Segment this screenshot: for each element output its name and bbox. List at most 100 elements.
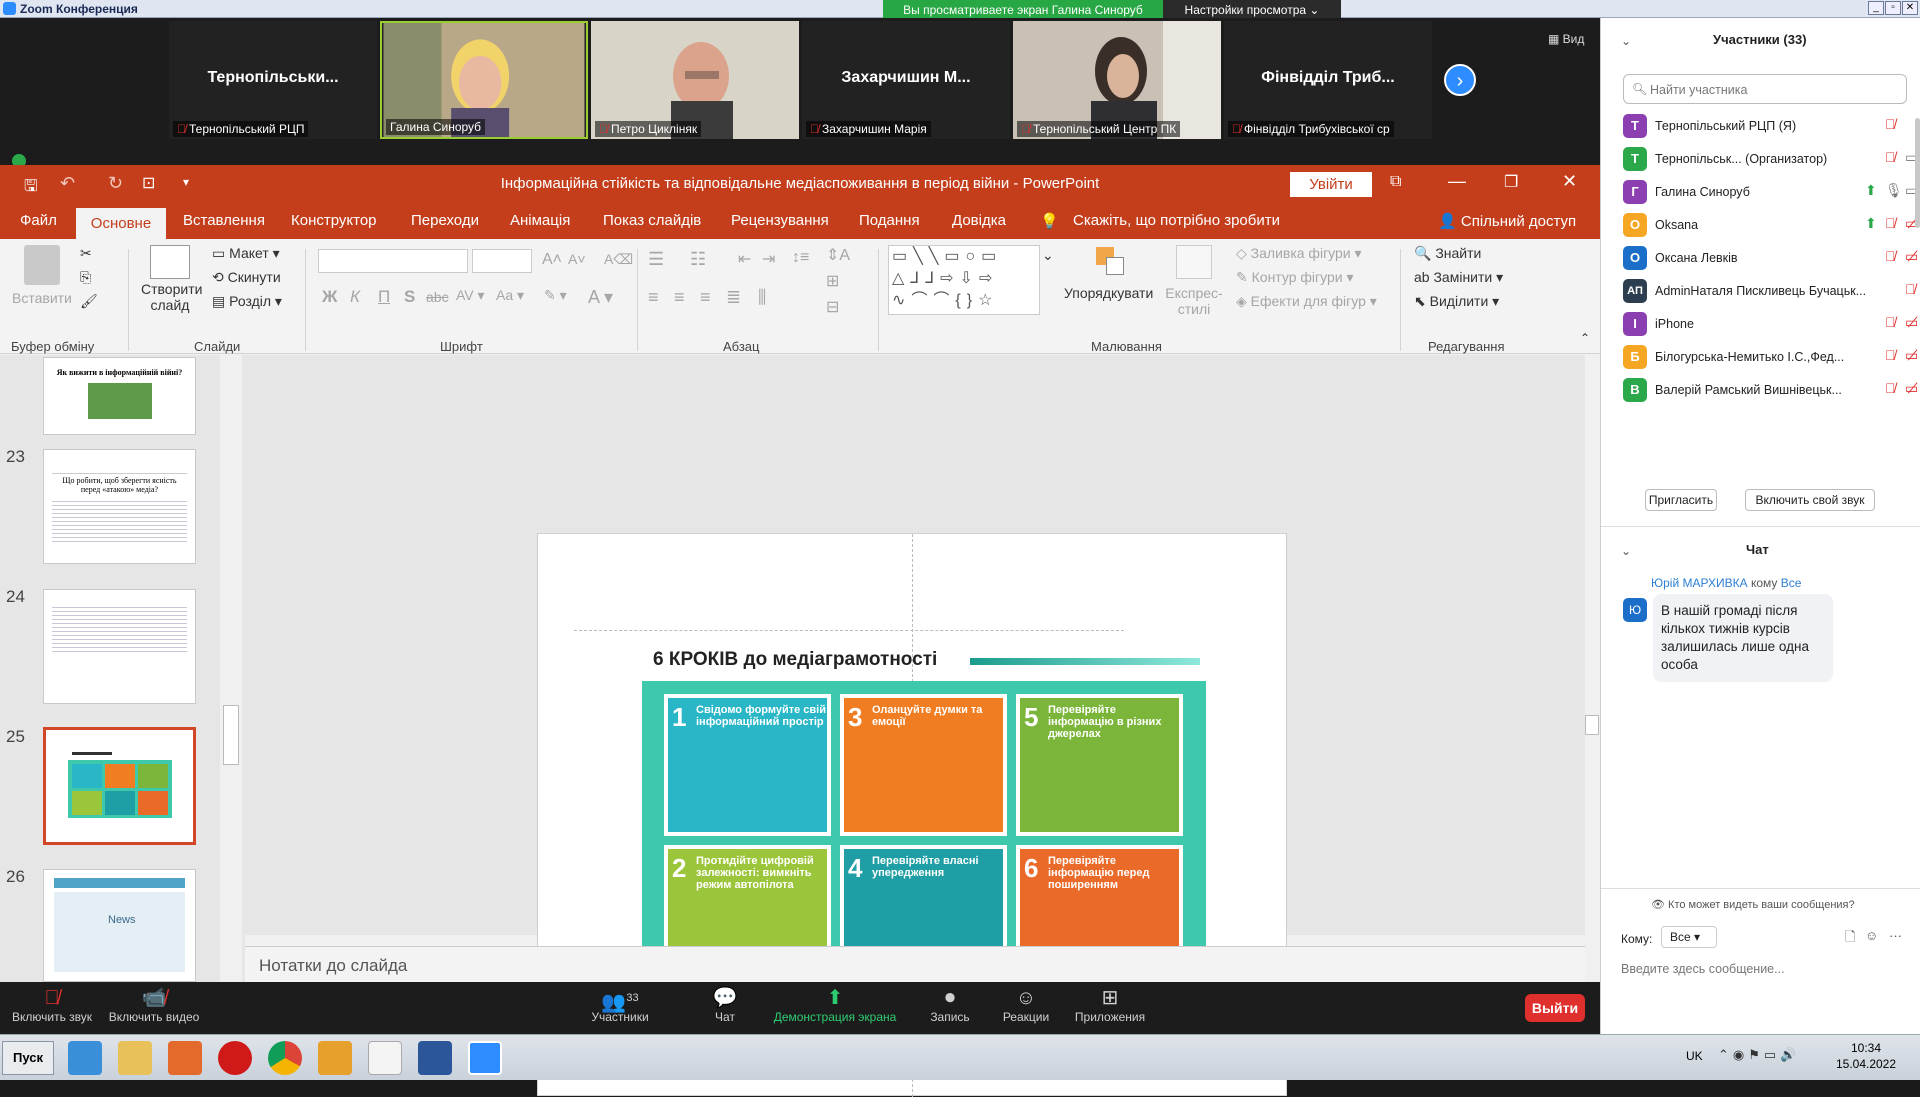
video-tile[interactable]: 🎙̸ Тернопільський Центр ПК: [1013, 21, 1221, 139]
explorer-icon[interactable]: [118, 1041, 152, 1075]
smartart-icon[interactable]: ⊟: [826, 297, 839, 317]
word-icon[interactable]: [418, 1041, 452, 1075]
bullets-icon[interactable]: ☰: [648, 249, 664, 270]
collapse-participants-icon[interactable]: ⌄: [1621, 34, 1631, 48]
underline-button[interactable]: П: [378, 287, 390, 307]
select-button[interactable]: ⬉ Виділити ▾: [1414, 293, 1499, 310]
slide-title[interactable]: 6 КРОКІВ до медіаграмотності: [653, 649, 937, 671]
participant-row[interactable]: Б Білогурська-Немитько І.С.,Фед... 🎙̸ ▭̸: [1623, 339, 1918, 373]
replace-button[interactable]: ab Замінити ▾: [1414, 269, 1503, 286]
copy-icon[interactable]: ⎘: [80, 269, 91, 286]
tab-review[interactable]: Рецензування: [731, 212, 829, 229]
format-painter-icon[interactable]: 🖌: [80, 293, 98, 310]
view-layout-button[interactable]: ▦ Вид: [1548, 32, 1584, 46]
change-case-icon[interactable]: Aa ▾: [496, 287, 524, 304]
line-spacing-icon[interactable]: ↕≡: [792, 249, 809, 267]
arrange-button[interactable]: Упорядкувати: [1064, 285, 1153, 301]
bold-button[interactable]: Ж: [322, 287, 337, 307]
pp-minimize-button[interactable]: —: [1448, 171, 1466, 192]
video-tile[interactable]: Фінвідділ Триб... 🎙̸ Фінвідділ Трибухівсь…: [1224, 21, 1432, 139]
unmute-me-button[interactable]: Включить свой звук: [1745, 489, 1875, 511]
participant-row[interactable]: Т Тернопільський РЦП (Я) 🎙̸: [1623, 108, 1913, 142]
apps-button[interactable]: ⊞ Приложения: [1070, 986, 1150, 1024]
decrease-indent-icon[interactable]: ⇤: [738, 249, 751, 269]
section-button[interactable]: ▤ Розділ ▾: [212, 293, 282, 310]
participant-row[interactable]: О Оксана Левків 🎙̸ ▭̸: [1623, 240, 1918, 274]
shadow-button[interactable]: S: [404, 287, 415, 307]
participant-row[interactable]: O Oksana ⬆ 🎙̸ ▭̸: [1623, 207, 1918, 241]
participant-row[interactable]: В Валерій Рамський Вишнівецьк... 🎙̸ ▭̸: [1623, 372, 1918, 406]
quick-styles-button[interactable]: Експрес-стилі: [1162, 285, 1226, 317]
paste-icon[interactable]: [24, 245, 60, 285]
document-icon[interactable]: [368, 1041, 402, 1075]
participant-row[interactable]: АП AdminНаталя Пискливець Бучацьк... 🎙̸: [1623, 273, 1916, 307]
shrink-font-icon[interactable]: A˅: [568, 251, 586, 267]
participant-row[interactable]: Г Галина Синоруб ⬆ 🎙 ▭: [1623, 174, 1918, 208]
slide-editing-area[interactable]: 6 КРОКІВ до медіаграмотності 1 Свідомо фо…: [245, 355, 1585, 1097]
pp-restore-button[interactable]: ❐: [1504, 172, 1518, 192]
align-center-icon[interactable]: ≡: [674, 287, 685, 308]
invite-button[interactable]: Пригласить: [1645, 489, 1717, 511]
participants-button[interactable]: 👥33 Участники: [580, 986, 660, 1024]
slide-thumbnail-22[interactable]: Як вижити в інформаційній війні?: [43, 357, 196, 435]
char-spacing-icon[interactable]: AV ▾: [456, 287, 485, 304]
minimize-button[interactable]: _: [1868, 1, 1884, 15]
share-button[interactable]: 👤 Спільний доступ: [1438, 212, 1576, 230]
align-right-icon[interactable]: ≡: [700, 287, 711, 308]
strikethrough-icon[interactable]: abc: [426, 289, 449, 305]
reactions-button[interactable]: ☺ Реакции: [996, 986, 1056, 1024]
numbering-icon[interactable]: ☷: [690, 249, 706, 270]
leave-meeting-button[interactable]: Выйти: [1525, 994, 1585, 1022]
chat-input[interactable]: Введите здесь сообщение...: [1621, 962, 1785, 976]
language-indicator[interactable]: UK: [1686, 1049, 1703, 1063]
tab-help[interactable]: Довідка: [952, 212, 1006, 229]
slide-thumbnail-23[interactable]: Що робити, щоб зберегти ясність перед «а…: [43, 449, 196, 564]
new-slide-button[interactable]: Створити слайд: [141, 281, 202, 313]
new-slide-icon[interactable]: [150, 245, 190, 279]
shapes-gallery[interactable]: ▭╲╲▭○▭ △⅃⅃⇨⇩⇨ ∿⌒⌒{}☆: [888, 245, 1040, 315]
chrome-icon[interactable]: [268, 1041, 302, 1075]
tab-animations[interactable]: Анімація: [510, 212, 570, 229]
tell-me-box[interactable]: Скажіть, що потрібно зробити: [1073, 212, 1280, 229]
increase-indent-icon[interactable]: ⇥: [762, 249, 775, 269]
tab-view[interactable]: Подання: [859, 212, 920, 229]
share-screen-button[interactable]: ⬆ Демонстрация экрана: [770, 986, 900, 1024]
collapse-ribbon-icon[interactable]: ⌃: [1580, 331, 1590, 345]
opera-icon[interactable]: [218, 1041, 252, 1075]
maximize-button[interactable]: ▫: [1885, 1, 1901, 15]
close-window-button[interactable]: ✕: [1902, 1, 1918, 15]
collapse-chat-icon[interactable]: ⌄: [1621, 544, 1631, 558]
paste-button[interactable]: Вставити: [12, 290, 72, 306]
pp-close-button[interactable]: ✕: [1562, 171, 1577, 192]
font-size-select[interactable]: [472, 249, 532, 273]
reset-button[interactable]: ⟲ Скинути: [212, 269, 281, 286]
video-tile[interactable]: Захарчишин М... 🎙̸ Захарчишин Марія: [802, 21, 1010, 139]
video-tile-active-speaker[interactable]: Галина Синоруб: [380, 21, 588, 139]
chat-recipient-select[interactable]: Все ▾: [1661, 926, 1717, 948]
start-video-button[interactable]: 📹̸ Включить видео: [106, 986, 202, 1024]
highlight-icon[interactable]: ✎ ▾: [544, 287, 567, 304]
next-page-arrow-icon[interactable]: ›: [1444, 64, 1476, 96]
shape-effects-button[interactable]: ◈ Ефекти для фігур ▾: [1236, 293, 1377, 310]
thumbnails-scrollbar[interactable]: [220, 355, 242, 982]
find-button[interactable]: 🔍 Знайти: [1414, 245, 1481, 262]
participant-row[interactable]: IiPhone 🎙̸ ▭̸: [1623, 306, 1918, 340]
slide-scrollbar[interactable]: [1585, 355, 1600, 945]
signin-button[interactable]: Увійти: [1290, 172, 1372, 197]
tab-insert[interactable]: Вставлення: [183, 212, 265, 229]
app-icon[interactable]: [318, 1041, 352, 1075]
file-icon[interactable]: 🗋: [1845, 928, 1855, 950]
justify-icon[interactable]: ≣: [726, 287, 741, 308]
who-can-see-link[interactable]: 👁 Кто может видеть ваши сообщения?: [1651, 898, 1855, 911]
tab-transitions[interactable]: Переходи: [411, 212, 479, 229]
media-player-icon[interactable]: [168, 1041, 202, 1075]
chat-button[interactable]: 💬 Чат: [700, 986, 750, 1024]
slide-thumbnail-26[interactable]: News: [43, 869, 196, 982]
ie-icon[interactable]: [68, 1041, 102, 1075]
tab-file[interactable]: Файл: [20, 212, 57, 229]
participants-scrollbar[interactable]: [1915, 118, 1920, 228]
participant-row[interactable]: Т Тернопільськ... (Организатор) 🎙̸ ▭: [1623, 141, 1918, 175]
cut-icon[interactable]: ✂: [80, 245, 92, 262]
ribbon-display-options-icon[interactable]: ⧉: [1390, 173, 1401, 191]
grow-font-icon[interactable]: A˄: [542, 251, 562, 269]
